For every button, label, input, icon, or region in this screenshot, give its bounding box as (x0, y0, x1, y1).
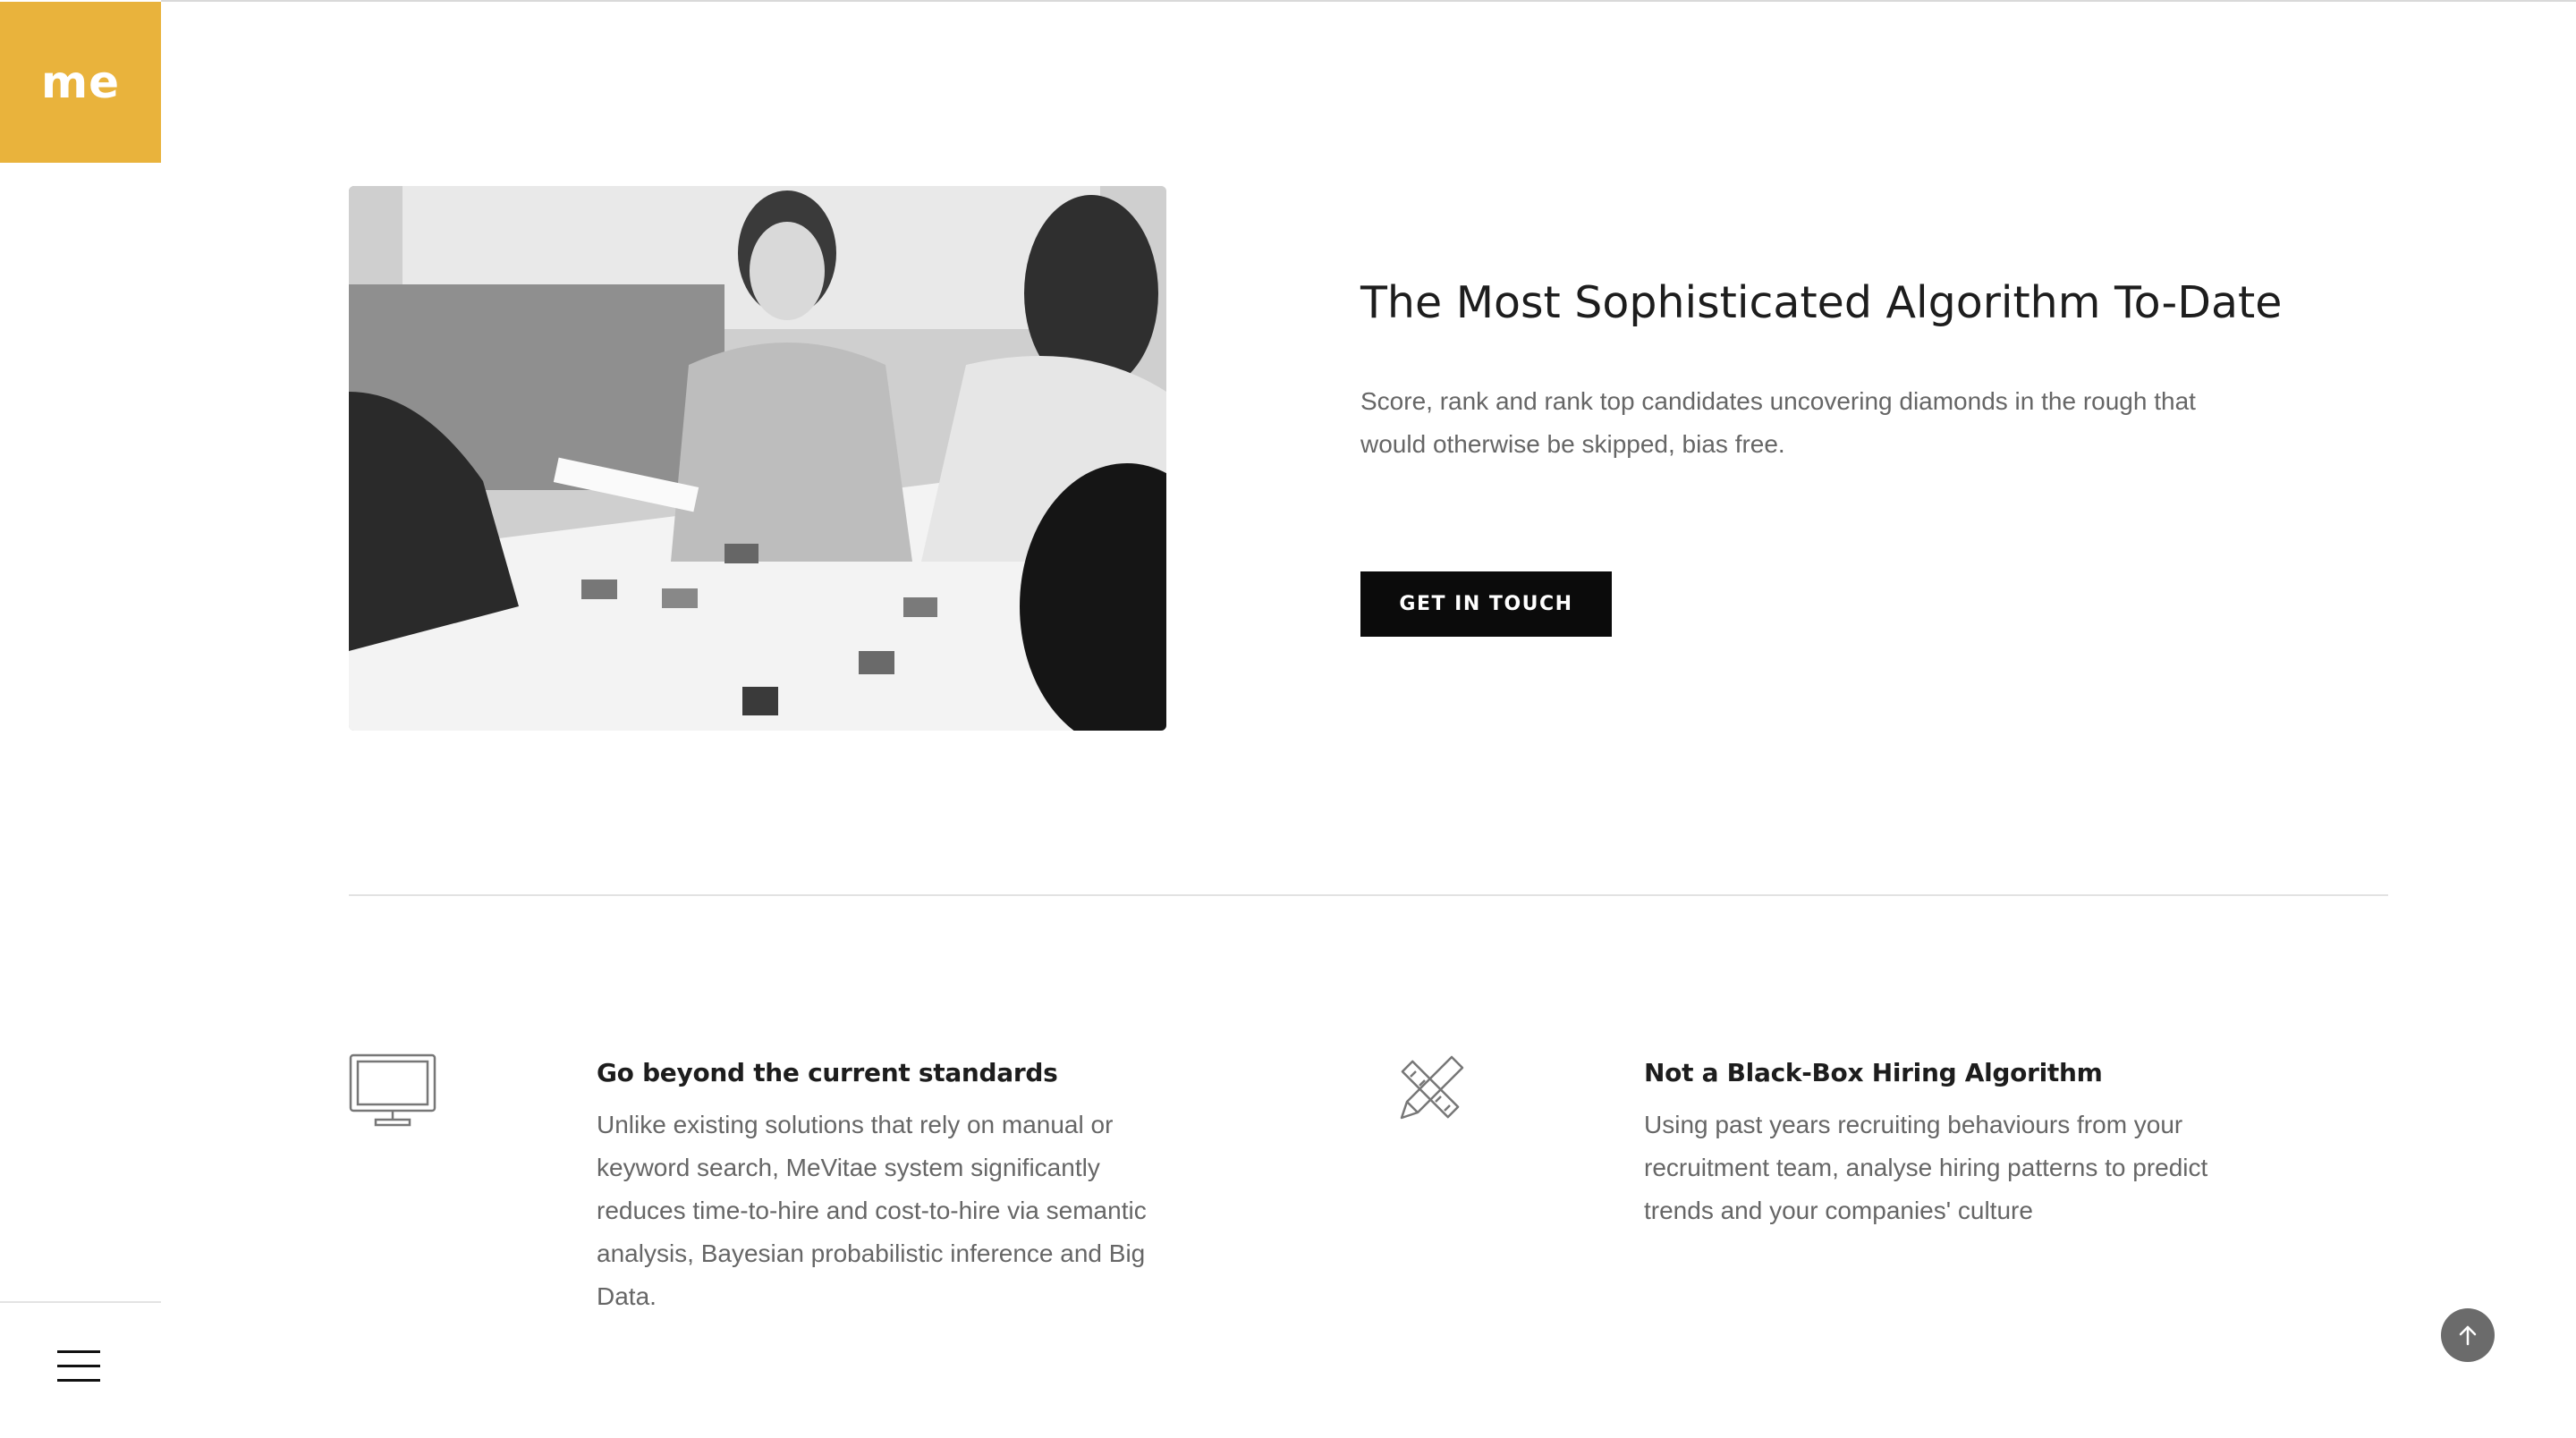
monitor-icon (349, 1053, 436, 1127)
feature-title: Go beyond the current standards (597, 1058, 1058, 1087)
sidebar-divider (0, 1301, 161, 1303)
logo[interactable]: me (0, 2, 161, 163)
sidebar: me (0, 0, 161, 1438)
feature-title: Not a Black-Box Hiring Algorithm (1644, 1058, 2103, 1087)
top-border (0, 0, 2576, 2)
get-in-touch-button[interactable]: GET IN TOUCH (1360, 571, 1612, 637)
pencil-ruler-icon (1393, 1052, 1468, 1127)
hero-image (349, 186, 1166, 731)
section-divider (349, 894, 2388, 896)
feature-description: Using past years recruiting behaviours f… (1644, 1111, 2208, 1224)
hero-description: Score, rank and rank top candidates unco… (1360, 387, 2196, 458)
hamburger-icon[interactable] (57, 1350, 100, 1386)
scroll-to-top-button[interactable] (2441, 1308, 2495, 1362)
hero-title: The Most Sophisticated Algorithm To-Date (1360, 277, 2283, 328)
feature-description: Unlike existing solutions that rely on m… (597, 1111, 1147, 1310)
arrow-up-icon (2459, 1325, 2477, 1346)
